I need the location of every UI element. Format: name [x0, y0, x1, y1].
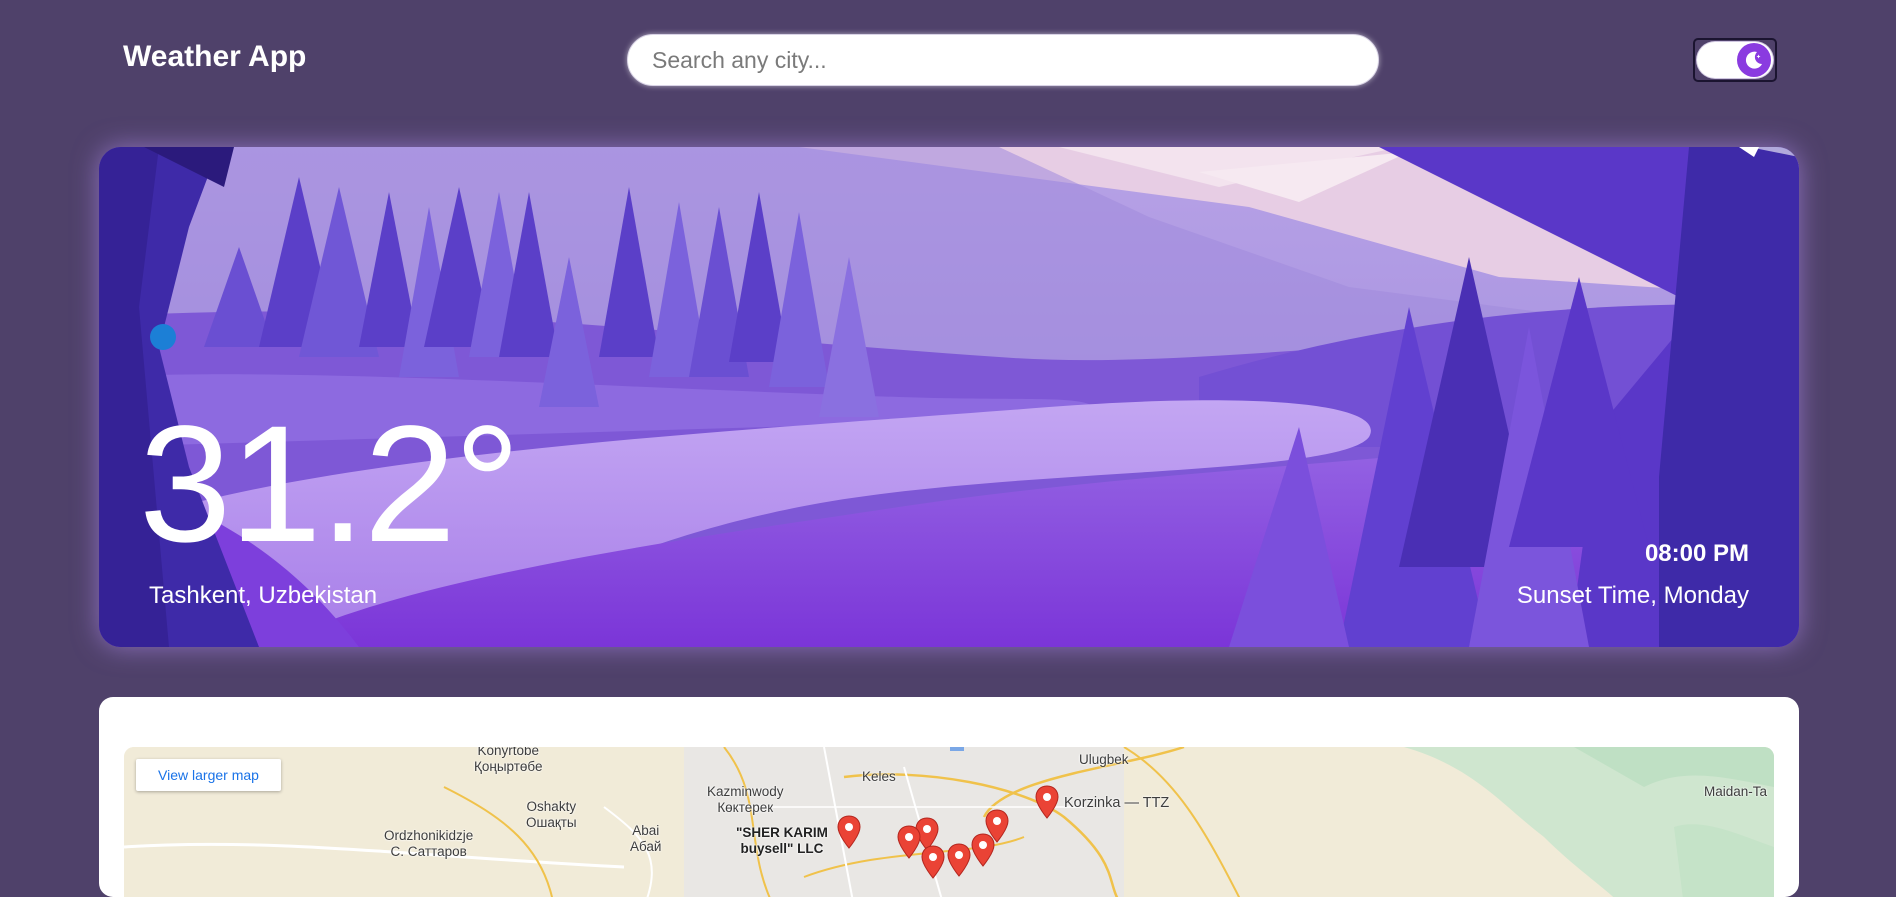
- map-pin-icon[interactable]: [1034, 785, 1060, 819]
- map-label-oshakty: Oshakty Ошақты: [526, 799, 577, 830]
- map-pin-icon[interactable]: [970, 833, 996, 867]
- map-pin-icon[interactable]: [920, 845, 946, 879]
- map-label-maidan: Maidan-Ta: [1704, 784, 1768, 799]
- theme-toggle[interactable]: [1693, 38, 1777, 82]
- map-label-abai: Abai Абай: [630, 823, 662, 854]
- theme-toggle-track: [1697, 42, 1773, 78]
- app-title: Weather App: [123, 40, 307, 73]
- map-label-korzinka: Korzinka — TTZ: [1064, 795, 1170, 811]
- temperature-value: 31.2°: [139, 392, 520, 577]
- view-larger-map-link[interactable]: View larger map: [136, 759, 281, 791]
- embedded-map[interactable]: Konyrtobe Қоңыртөбе Ulugbek Keles Kazminw…: [124, 747, 1774, 897]
- map-label-kazminwody: Kazminwody Көктерек: [707, 784, 784, 815]
- location-label: Tashkent, Uzbekistan: [149, 582, 378, 609]
- app-header: Weather App: [0, 0, 1896, 120]
- weather-card: 31.2° Tashkent, Uzbekistan 08:00 PM Suns…: [99, 147, 1799, 647]
- time-label: 08:00 PM: [1644, 540, 1749, 567]
- map-card: Konyrtobe Қоңыртөбе Ulugbek Keles Kazminw…: [99, 697, 1799, 897]
- map-label-sher-karim: "SHER KARIM buysell" LLC: [736, 825, 828, 856]
- map-label-ordzhonikidzje: Ordzhonikidzje С. Саттаров: [384, 828, 474, 859]
- map-label-konyrtobe: Konyrtobe Қоңыртөбе: [474, 747, 543, 774]
- map-pin-icon[interactable]: [946, 843, 972, 877]
- moon-stars-icon: [1737, 43, 1771, 77]
- map-label-ulugbek: Ulugbek: [1079, 752, 1129, 767]
- crescent-moon-icon: [149, 323, 177, 351]
- map-pin-icon[interactable]: [896, 825, 922, 859]
- day-label: Sunset Time, Monday: [1516, 582, 1749, 609]
- map-label-keles: Keles: [862, 769, 896, 784]
- city-search-input[interactable]: [627, 34, 1379, 86]
- map-pin-icon[interactable]: [836, 815, 862, 849]
